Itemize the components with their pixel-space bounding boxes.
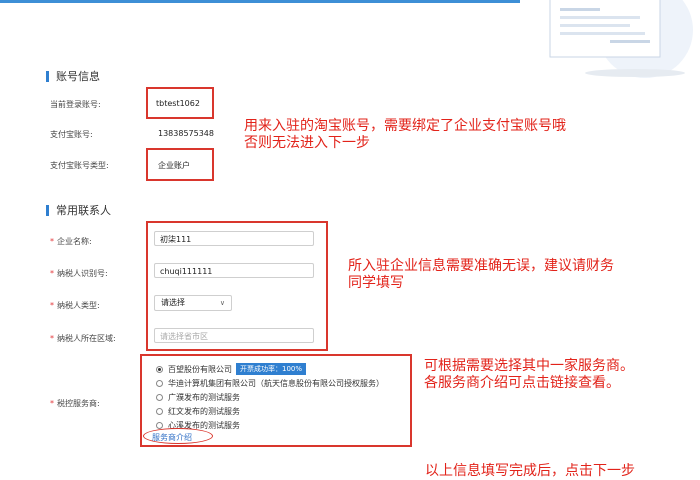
taxpayer-type-label: * 纳税人类型: — [50, 301, 100, 310]
annotation-account: 用来入驻的淘宝账号，需要绑定了企业支付宝账号哦 否则无法进入下一步 — [244, 118, 566, 151]
tax-provider-label: * 税控服务商: — [50, 399, 100, 408]
annotation-company: 所入驻企业信息需要准确无误，建议请财务 同学填写 — [348, 258, 614, 291]
top-accent-line — [0, 0, 520, 3]
company-info-highlight — [146, 221, 328, 351]
annotation-next-step: 以上信息填写完成后，点击下一步 — [425, 463, 635, 479]
taxpayer-region-label: * 纳税人所在区域: — [50, 334, 116, 343]
alipay-account-value: 13838575348 — [158, 129, 214, 138]
taxpayer-id-label: * 纳税人识别号: — [50, 269, 108, 278]
contact-section-title: 常用联系人 — [46, 202, 111, 218]
alipay-type-highlight — [146, 148, 214, 181]
section-marker — [46, 204, 49, 216]
alipay-account-label: 支付宝账号: — [50, 130, 93, 139]
tax-provider-highlight — [140, 354, 412, 447]
login-account-highlight — [146, 87, 214, 119]
login-account-label: 当前登录账号: — [50, 100, 101, 109]
account-section-title: 账号信息 — [46, 68, 100, 84]
section-marker — [46, 70, 49, 82]
document-illustration-icon — [549, 0, 693, 78]
alipay-type-label: 支付宝账号类型: — [50, 161, 109, 170]
company-name-label: * 企业名称: — [50, 237, 92, 246]
annotation-provider: 可根据需要选择其中一家服务商。 各服务商介绍可点击链接查看。 — [424, 358, 634, 391]
